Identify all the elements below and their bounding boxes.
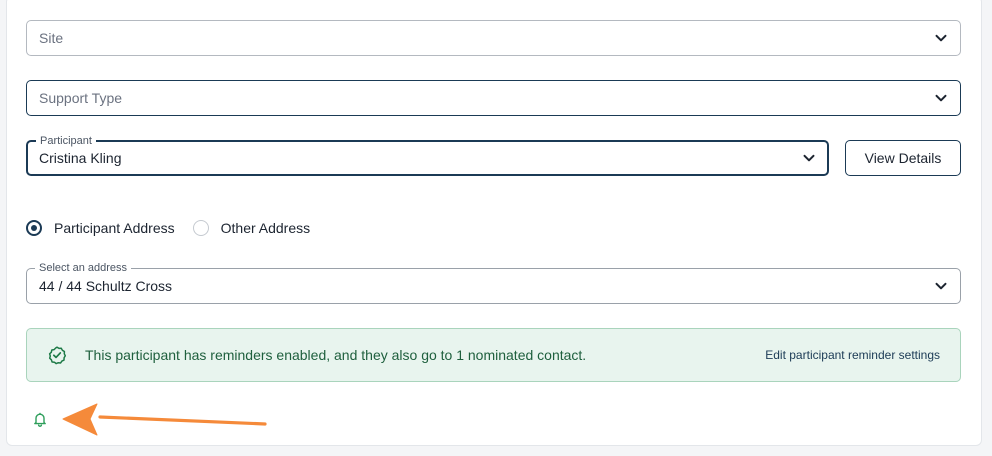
chevron-down-icon [802, 151, 816, 165]
reminder-banner: This participant has reminders enabled, … [26, 328, 961, 382]
edit-reminder-settings-link[interactable]: Edit participant reminder settings [765, 348, 940, 362]
address-label: Select an address [35, 261, 132, 275]
participant-select[interactable]: Participant Cristina Kling [26, 134, 829, 176]
other-address-label: Other Address [220, 220, 311, 236]
participant-value: Cristina Kling [39, 150, 122, 166]
chevron-down-icon [934, 31, 948, 45]
support-type-placeholder: Support Type [39, 90, 123, 106]
annotation-arrow [62, 403, 267, 436]
reminder-message: This participant has reminders enabled, … [85, 347, 587, 363]
view-details-button[interactable]: View Details [845, 140, 961, 176]
chevron-down-icon [934, 279, 948, 293]
participant-address-label: Participant Address [54, 220, 175, 236]
address-type-radio-group: Participant Address Other Address [26, 219, 310, 237]
bell-icon[interactable] [31, 410, 49, 428]
radio-selected[interactable] [26, 220, 42, 236]
radio-unselected[interactable] [192, 220, 209, 236]
site-select[interactable]: Site [26, 20, 961, 56]
participant-label: Participant [36, 134, 96, 148]
chevron-down-icon [934, 91, 948, 105]
support-type-select[interactable]: Support Type [26, 80, 961, 116]
site-placeholder: Site [39, 30, 64, 46]
participant-address-option[interactable]: Participant Address [26, 220, 175, 236]
check-circle-icon [47, 345, 67, 365]
address-value: 44 / 44 Schultz Cross [39, 278, 173, 294]
other-address-option[interactable]: Other Address [192, 220, 311, 236]
address-select[interactable]: Select an address 44 / 44 Schultz Cross [26, 261, 961, 304]
